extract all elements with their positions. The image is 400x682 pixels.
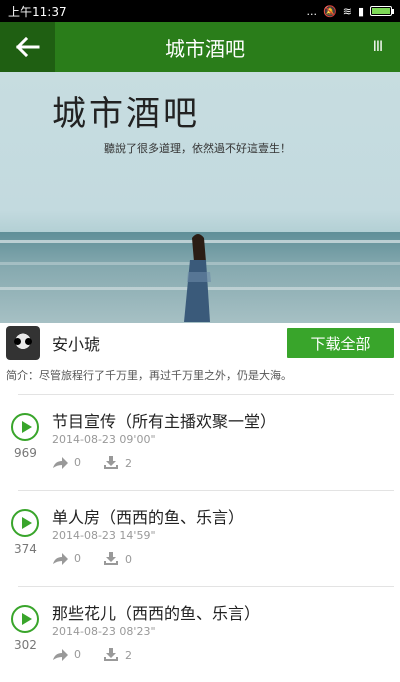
banner-subtitle: 聽說了很多道理，依然過不好這壹生！ xyxy=(104,142,291,155)
banner-title: 城市酒吧 xyxy=(52,94,200,134)
play-count: 374 xyxy=(14,542,37,556)
share-count: 0 xyxy=(74,648,81,661)
intro-text: 简介：尽管旅程行了千万里，再过千万里之外，仍是大海。 xyxy=(6,369,292,382)
download-icon xyxy=(104,648,118,661)
play-button[interactable] xyxy=(11,413,39,441)
battery-icon xyxy=(370,6,394,16)
author-name[interactable]: 安小琥 xyxy=(52,331,100,355)
share-icon xyxy=(53,456,68,469)
episode-title[interactable]: 节目宣传（所有主播欢聚一堂） xyxy=(52,408,276,432)
share-button[interactable]: 0 xyxy=(52,456,81,469)
share-count: 0 xyxy=(74,456,81,469)
status-time: 上午11:37 xyxy=(8,4,67,19)
share-button[interactable]: 0 xyxy=(52,552,81,565)
episode-date: 2014-08-23 14'59" xyxy=(52,529,156,542)
page-title: 城市酒吧 xyxy=(165,36,245,61)
girl-figure xyxy=(184,234,211,322)
download-button[interactable]: 2 xyxy=(103,648,132,662)
download-icon xyxy=(104,456,118,469)
arrow-left-icon xyxy=(15,37,39,57)
episode-list: 969 节目宣传（所有主播欢聚一堂） 2014-08-23 09'00" 0 2… xyxy=(0,394,400,682)
download-count: 2 xyxy=(125,456,132,470)
divider xyxy=(18,490,394,491)
notification-dots: ... xyxy=(306,4,318,18)
wifi-icon: ≋ xyxy=(342,4,352,18)
download-button[interactable]: 2 xyxy=(103,456,132,470)
download-count: 2 xyxy=(125,648,132,662)
status-icons: ... 🔕 ≋ ▮ xyxy=(306,4,394,18)
episode-date: 2014-08-23 09'00" xyxy=(52,433,156,446)
author-row: 安小琥 下载全部 xyxy=(0,323,400,363)
cover-banner: 城市酒吧 聽說了很多道理，依然過不好這壹生！ xyxy=(0,72,400,323)
share-button[interactable]: 0 xyxy=(52,648,81,661)
divider xyxy=(18,586,394,587)
episode-date: 2014-08-23 08'23" xyxy=(52,625,156,638)
bars-icon: III xyxy=(372,39,383,55)
episode-title[interactable]: 那些花儿（西西的鱼、乐言） xyxy=(52,600,260,624)
list-item[interactable]: 302 那些花儿（西西的鱼、乐言） 2014-08-23 08'23" 0 2 xyxy=(0,586,400,682)
download-count: 0 xyxy=(125,552,132,566)
play-count: 302 xyxy=(14,638,37,652)
play-button[interactable] xyxy=(11,605,39,633)
app-bar: 城市酒吧 III xyxy=(0,22,400,72)
download-button[interactable]: 0 xyxy=(103,552,132,566)
share-icon xyxy=(53,552,68,565)
avatar[interactable] xyxy=(6,326,40,360)
list-item[interactable]: 374 单人房（西西的鱼、乐言） 2014-08-23 14'59" 0 0 xyxy=(0,490,400,586)
share-icon xyxy=(53,648,68,661)
download-icon xyxy=(104,552,118,565)
status-bar: 上午11:37 ... 🔕 ≋ ▮ xyxy=(0,0,400,22)
menu-button[interactable]: III xyxy=(355,22,400,72)
divider xyxy=(18,394,394,395)
play-count: 969 xyxy=(14,446,37,460)
download-all-button[interactable]: 下载全部 xyxy=(287,328,394,358)
list-item[interactable]: 969 节目宣传（所有主播欢聚一堂） 2014-08-23 09'00" 0 2 xyxy=(0,394,400,490)
episode-title[interactable]: 单人房（西西的鱼、乐言） xyxy=(52,504,244,528)
back-button[interactable] xyxy=(0,22,55,72)
signal-icon: ▮ xyxy=(357,4,364,18)
share-count: 0 xyxy=(74,552,81,565)
play-button[interactable] xyxy=(11,509,39,537)
mute-icon: 🔕 xyxy=(323,4,337,18)
